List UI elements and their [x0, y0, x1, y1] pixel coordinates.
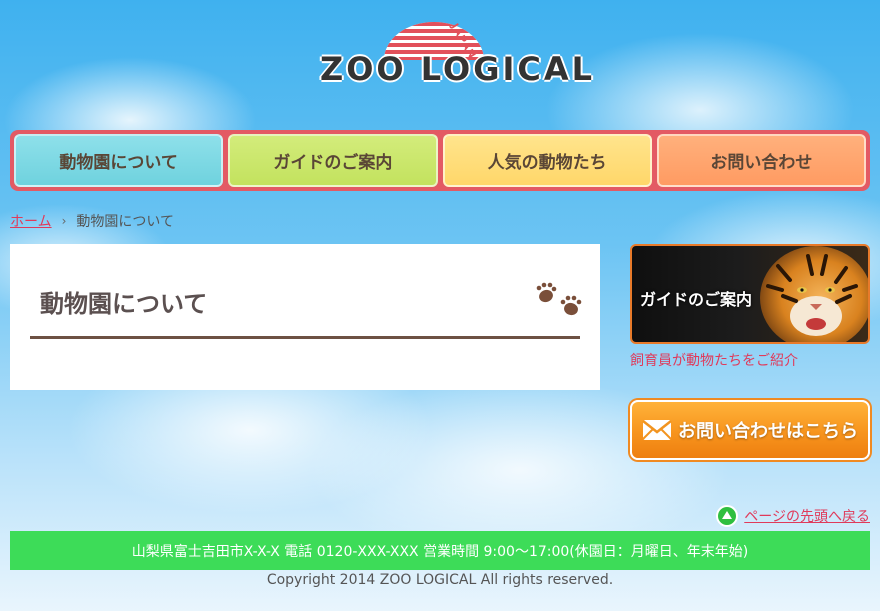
guide-banner[interactable]: ガイドのご案内 [630, 244, 870, 344]
up-arrow-icon [716, 505, 739, 527]
title-underline [30, 336, 580, 339]
mail-icon [642, 420, 672, 440]
breadcrumb-home-link[interactable]: ホーム [10, 211, 52, 231]
global-nav: 動物園について ガイドのご案内 人気の動物たち お問い合わせ [10, 130, 870, 191]
tiger-image [760, 246, 868, 342]
footer-info-text: 山梨県富士吉田市X-X-X 電話 0120-XXX-XXX 営業時間 9:00～… [131, 543, 749, 560]
copyright: Copyright 2014 ZOO LOGICAL All rights re… [266, 572, 614, 588]
nav-item-animals[interactable]: 人気の動物たち [442, 134, 652, 187]
guide-caption: 飼育員が動物たちをご紹介 [630, 353, 798, 369]
footer-info-bar: 山梨県富士吉田市X-X-X 電話 0120-XXX-XXX 営業時間 9:00～… [10, 531, 870, 570]
breadcrumb-current: 動物園について [76, 214, 174, 230]
breadcrumb-separator: › [61, 214, 67, 228]
page-top-link[interactable]: ページの先頭へ戻る [716, 505, 870, 527]
nav-item-contact[interactable]: お問い合わせ [656, 134, 866, 187]
paw-icon [536, 282, 582, 316]
main-content-panel: 動物園について [10, 244, 600, 390]
logo-text: ZOO LOGICAL [320, 50, 596, 88]
site-logo[interactable]: JAPAN ZOO LOGICAL [318, 18, 592, 94]
contact-button[interactable]: お問い合わせはこちら [630, 400, 870, 460]
page-top-label: ページの先頭へ戻る [744, 509, 870, 525]
guide-banner-label: ガイドのご案内 [640, 290, 753, 309]
nav-item-about[interactable]: 動物園について [14, 134, 224, 187]
contact-button-label: お問い合わせはこちら [678, 421, 858, 442]
breadcrumb: ホーム › 動物園について [10, 211, 174, 231]
nav-item-guide[interactable]: ガイドのご案内 [228, 134, 438, 187]
page-title: 動物園について [40, 290, 208, 318]
